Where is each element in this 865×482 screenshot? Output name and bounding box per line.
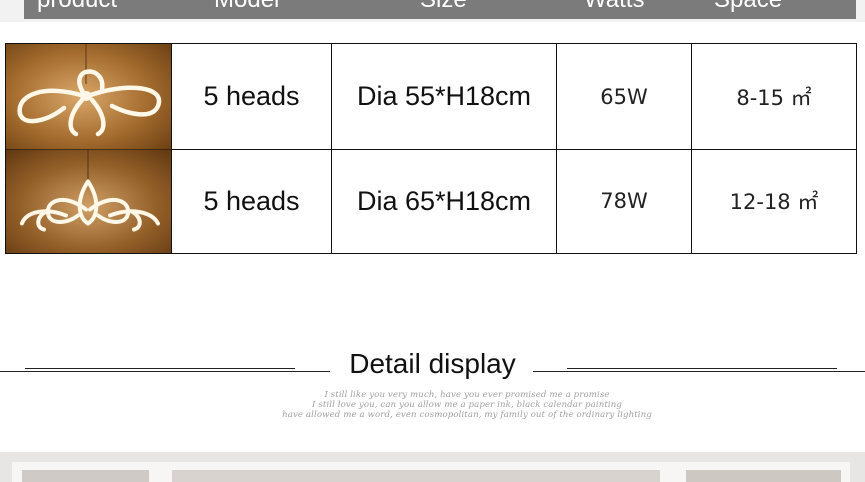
size-cell: Dia 55*H18cm [331, 44, 556, 149]
divider-right-inner [567, 368, 837, 369]
detail-image-band [0, 452, 865, 482]
divider-right-outer [533, 371, 865, 372]
space-cell: 12-18 ㎡ [691, 149, 856, 253]
space-cell: 8-15 ㎡ [691, 44, 856, 149]
header-space: Space [714, 0, 782, 14]
spec-header-bar: product Model Size Watts Space [24, 0, 856, 19]
header-product: product [37, 0, 117, 14]
divider-left-inner [25, 368, 295, 369]
decorative-script-text: I still like you very much, have you eve… [222, 390, 712, 420]
header-strip: product Model Size Watts Space [0, 0, 865, 22]
script-line: I still love you, can you allow me a pap… [312, 400, 622, 410]
model-cell: 5 heads [171, 149, 331, 253]
spec-table: 5 heads Dia 55*H18cm 65W 8-15 ㎡ 5 heads … [5, 43, 857, 254]
script-line: I still like you very much, have you eve… [324, 390, 610, 400]
detail-image-main [172, 470, 660, 482]
divider-left-outer [0, 371, 330, 372]
detail-image-thumb [686, 470, 841, 482]
watts-cell: 78W [556, 149, 691, 253]
lamp-photo [6, 44, 171, 149]
model-cell: 5 heads [171, 44, 331, 149]
watts-cell: 65W [556, 44, 691, 149]
table-row: 5 heads Dia 55*H18cm 65W 8-15 ㎡ [6, 44, 856, 150]
detail-image-thumb [22, 470, 149, 482]
table-row: 5 heads Dia 65*H18cm 78W 12-18 ㎡ [6, 149, 856, 253]
product-photo-cell [6, 44, 171, 149]
lamp-photo [6, 149, 171, 253]
header-watts: Watts [584, 0, 644, 14]
product-photo-cell [6, 149, 171, 253]
header-model: Model [214, 0, 279, 14]
size-cell: Dia 65*H18cm [331, 149, 556, 253]
script-line: have allowed me a word, even cosmopolita… [282, 410, 652, 420]
section-title: Detail display [349, 348, 516, 379]
header-size: Size [420, 0, 467, 14]
